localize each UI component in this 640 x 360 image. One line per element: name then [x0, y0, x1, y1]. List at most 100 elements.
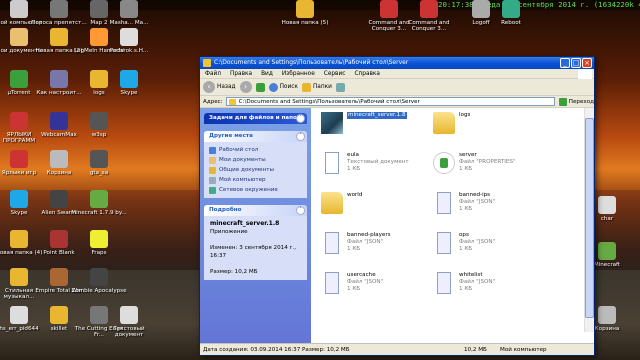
menu-file[interactable]: Файл [205, 69, 221, 78]
file-meta: Файл "JSON" [459, 279, 496, 285]
desktop-icon[interactable]: Fraps [70, 230, 128, 256]
desktop-icon[interactable]: gta_sa [70, 150, 128, 176]
vertical-scrollbar[interactable] [584, 108, 594, 332]
menu-edit[interactable]: Правка [230, 69, 252, 78]
desktop-icon[interactable]: Command and Conquer 3... [400, 0, 458, 33]
file-view: minecraft_server.1.8 logs eula Текстовый до… [311, 108, 594, 344]
file-name: whitelist [459, 272, 483, 278]
desktop-icon[interactable]: Текстовый документ [100, 306, 158, 339]
window-title: C:\Documents and Settings\Пользователь\Р… [214, 59, 409, 66]
desktop-icon-glyph [50, 70, 68, 88]
places-link[interactable]: Рабочий стол [209, 145, 302, 155]
desktop-icon[interactable]: Reboot [482, 0, 540, 26]
file-meta: Файл "JSON" [347, 239, 384, 245]
desktop-icon[interactable]: Новая папка (5) [276, 0, 334, 26]
file-icon [433, 152, 455, 174]
desktop-icon[interactable]: Minecraft 1.7.9 by... [70, 190, 128, 216]
tasks-panel-header[interactable]: Задачи для файлов и папок ˅ [204, 113, 307, 124]
search-icon [268, 82, 278, 92]
search-button[interactable]: Поиск [268, 82, 298, 92]
file-item[interactable]: world [321, 192, 451, 218]
places-panel-header[interactable]: Другие места ˄ [204, 131, 307, 142]
file-text: ops Файл "JSON" 1 КБ [459, 232, 495, 258]
desktop-icon-label: Podarok.s.H... [109, 48, 149, 54]
file-item[interactable]: server Файл "PROPERTIES" 1 КБ [433, 152, 563, 178]
file-meta: Файл "JSON" [459, 199, 496, 205]
file-item[interactable]: ops Файл "JSON" 1 КБ [433, 232, 563, 258]
status-info: Дата создания: 03.09.2014 16:37 Размер: … [203, 347, 350, 353]
folders-button[interactable]: Папки [301, 82, 332, 92]
address-field[interactable]: C:\Documents and Settings\Пользователь\Р… [225, 97, 555, 106]
file-meta: 1 КБ [459, 246, 473, 252]
menu-help[interactable]: Справка [354, 69, 380, 78]
details-size: Размер: 10,2 МБ [210, 269, 258, 275]
file-name: banned-ips [459, 192, 491, 198]
desktop-icon[interactable]: w3sp [70, 112, 128, 138]
search-label: Поиск [279, 84, 298, 90]
address-bar: Адрес: C:\Documents and Settings\Пользов… [200, 96, 594, 108]
folder-icon [203, 59, 211, 67]
place-icon [209, 146, 216, 154]
chevron-up-icon[interactable]: ˄ [296, 132, 305, 141]
menu-view[interactable]: Вид [261, 69, 273, 78]
places-link[interactable]: Сетевое окружение [209, 185, 302, 195]
places-list: Рабочий стол Мои документы Общие документы… [204, 142, 307, 198]
file-item[interactable]: banned-ips Файл "JSON" 1 КБ [433, 192, 563, 218]
desktop-icon[interactable]: Zombie Apocalypse [70, 268, 128, 294]
desktop-icon-glyph [90, 112, 108, 130]
up-folder-icon[interactable] [255, 82, 265, 92]
status-location: Мой компьютер [500, 347, 547, 353]
place-icon [209, 186, 216, 194]
file-name: ops [459, 232, 469, 238]
forward-button[interactable]: › [239, 81, 252, 93]
folders-label: Папки [312, 84, 332, 90]
file-text: banned-players Файл "JSON" 1 КБ [347, 232, 391, 258]
maximize-button[interactable]: □ [571, 58, 581, 68]
folders-icon [301, 82, 311, 92]
window-titlebar[interactable]: C:\Documents and Settings\Пользователь\Р… [200, 57, 594, 69]
desktop-icon-glyph [120, 306, 138, 324]
file-meta: Файл "JSON" [459, 239, 496, 245]
file-meta: 1 КБ [459, 286, 473, 292]
desktop-icon[interactable]: Masha... Ma... [100, 0, 158, 26]
desktop-icon-glyph [10, 150, 28, 168]
back-label: Назад [217, 84, 236, 90]
go-button[interactable]: Переход [558, 97, 594, 106]
details-name: minecraft_server.1.8 [210, 220, 280, 227]
close-button[interactable]: × [582, 58, 592, 68]
desktop-icon-label: gta_sa [89, 170, 109, 176]
views-icon[interactable] [335, 82, 345, 92]
explorer-window[interactable]: C:\Documents and Settings\Пользователь\Р… [199, 56, 595, 356]
desktop-icon-label: Command and Conquer 3... [408, 20, 450, 33]
desktop-icon-label: Zombie Apocalypse [71, 288, 127, 294]
places-link[interactable]: Общие документы [209, 165, 302, 175]
chevron-down-icon[interactable]: ˅ [296, 114, 305, 123]
file-meta: 1 КБ [347, 286, 361, 292]
address-label: Адрес: [203, 98, 223, 105]
tasks-panel: Задачи для файлов и папок ˅ [204, 113, 307, 124]
desktop-icon[interactable]: Skype [100, 70, 158, 96]
scrollbar-thumb[interactable] [585, 118, 594, 318]
minimize-button[interactable]: _ [560, 58, 570, 68]
places-link[interactable]: Мои документы [209, 155, 302, 165]
file-icon [437, 192, 451, 214]
desktop-icon-label: Masha... Ma... [109, 20, 149, 26]
desktop-icon-glyph [10, 0, 28, 18]
places-link[interactable]: Мой компьютер [209, 175, 302, 185]
menu-favorites[interactable]: Избранное [282, 69, 315, 78]
file-item[interactable]: usercache Файл "JSON" 1 КБ [321, 272, 451, 298]
menu-tools[interactable]: Сервис [324, 69, 346, 78]
desktop-icon-glyph [50, 268, 68, 286]
file-item[interactable]: whitelist Файл "JSON" 1 КБ [433, 272, 563, 298]
desktop-icon[interactable]: Podarok.s.H... [100, 28, 158, 54]
file-item[interactable]: banned-players Файл "JSON" 1 КБ [321, 232, 451, 258]
file-item[interactable]: minecraft_server.1.8 [321, 112, 451, 138]
file-meta: Файл "JSON" [347, 279, 384, 285]
back-button[interactable]: ‹ Назад [203, 81, 236, 93]
file-item[interactable]: logs [433, 112, 563, 138]
file-item[interactable]: eula Текстовый документ 1 КБ [321, 152, 451, 178]
desktop-icon-glyph [50, 0, 68, 18]
chevron-up-icon[interactable]: ˄ [296, 206, 305, 215]
details-panel-header[interactable]: Подробно ˄ [204, 205, 307, 216]
file-icon [321, 112, 343, 134]
